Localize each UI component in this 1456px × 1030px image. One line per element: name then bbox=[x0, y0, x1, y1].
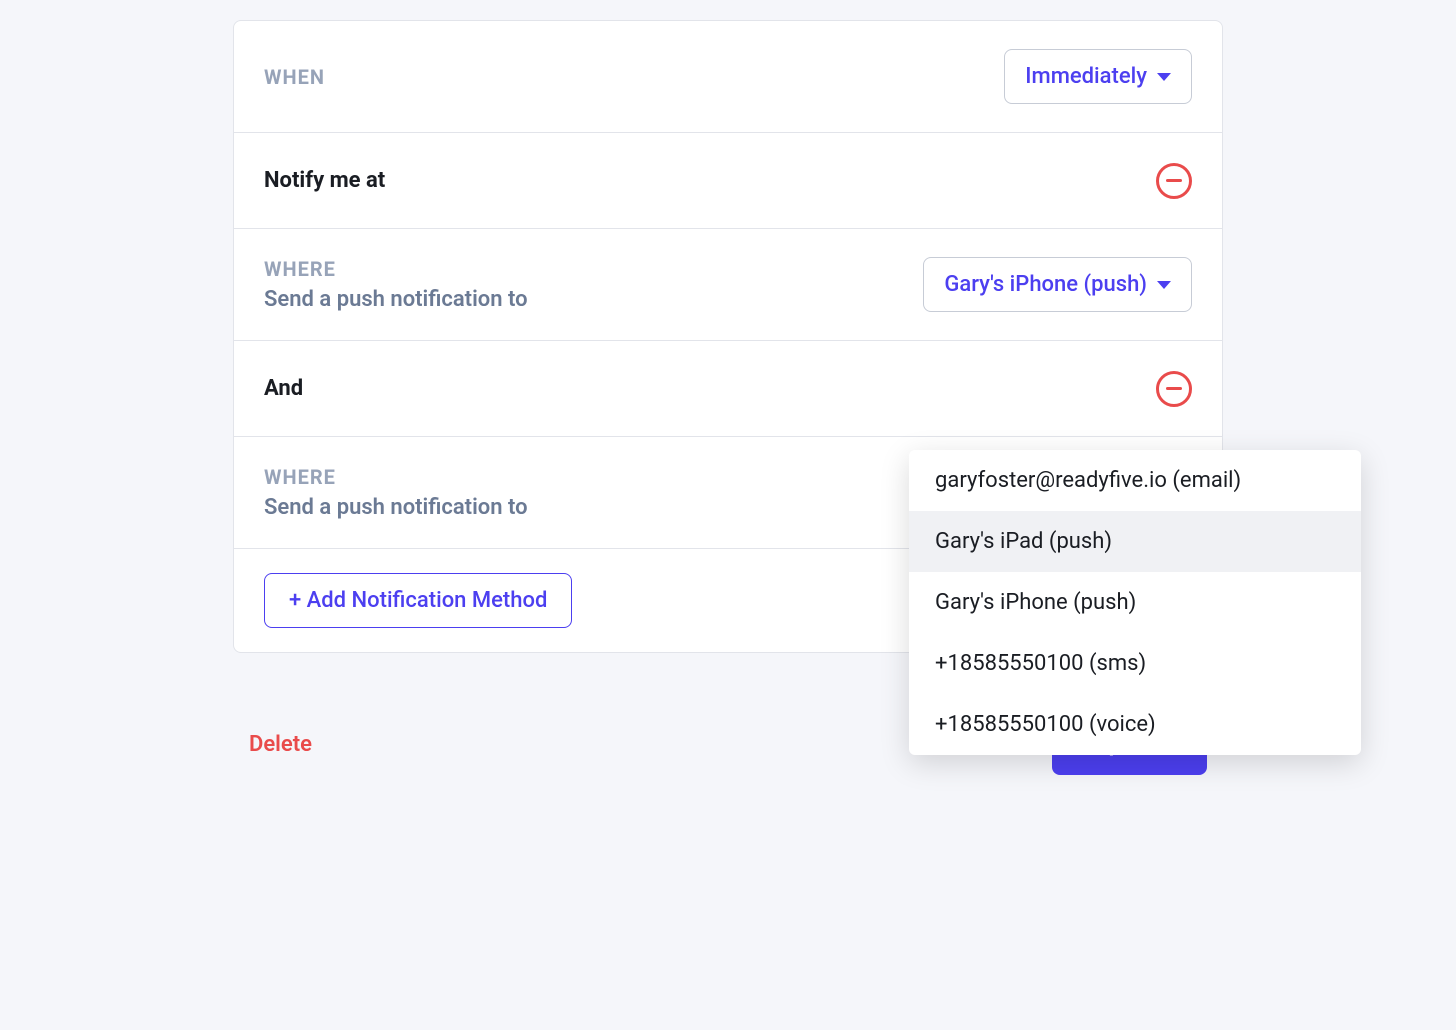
when-label: WHEN bbox=[264, 65, 325, 89]
dropdown-item[interactable]: +18585550100 (sms) bbox=[909, 633, 1361, 694]
caret-down-icon bbox=[1157, 73, 1171, 81]
when-select[interactable]: Immediately bbox=[1004, 49, 1192, 104]
notify-me-at-row: Notify me at bbox=[234, 133, 1222, 229]
minus-icon bbox=[1166, 179, 1182, 182]
delete-button[interactable]: Delete bbox=[249, 732, 312, 757]
send-push-label-1: Send a push notification to bbox=[264, 287, 528, 312]
remove-and-button[interactable] bbox=[1156, 371, 1192, 407]
dropdown-item[interactable]: Gary's iPhone (push) bbox=[909, 572, 1361, 633]
send-push-label-2: Send a push notification to bbox=[264, 495, 528, 520]
notify-me-at-label: Notify me at bbox=[264, 168, 385, 193]
when-row: WHEN Immediately bbox=[234, 21, 1222, 133]
when-select-value: Immediately bbox=[1025, 64, 1147, 89]
and-row: And bbox=[234, 341, 1222, 437]
dropdown-item[interactable]: +18585550100 (voice) bbox=[909, 694, 1361, 755]
where-row-1: WHERE Send a push notification to Gary's… bbox=[234, 229, 1222, 341]
dropdown-item[interactable]: Gary's iPad (push) bbox=[909, 511, 1361, 572]
remove-notify-button[interactable] bbox=[1156, 163, 1192, 199]
dropdown-item[interactable]: garyfoster@readyfive.io (email) bbox=[909, 450, 1361, 511]
notification-method-dropdown: garyfoster@readyfive.io (email)Gary's iP… bbox=[909, 450, 1361, 755]
caret-down-icon bbox=[1157, 281, 1171, 289]
and-label: And bbox=[264, 376, 303, 401]
where-select-1[interactable]: Gary's iPhone (push) bbox=[923, 257, 1192, 312]
where-label-1: WHERE bbox=[264, 257, 528, 281]
where-select-1-value: Gary's iPhone (push) bbox=[944, 272, 1147, 297]
add-notification-method-button[interactable]: + Add Notification Method bbox=[264, 573, 572, 628]
minus-icon bbox=[1166, 387, 1182, 390]
where-label-2: WHERE bbox=[264, 465, 528, 489]
add-button-label: + Add Notification Method bbox=[289, 588, 547, 613]
